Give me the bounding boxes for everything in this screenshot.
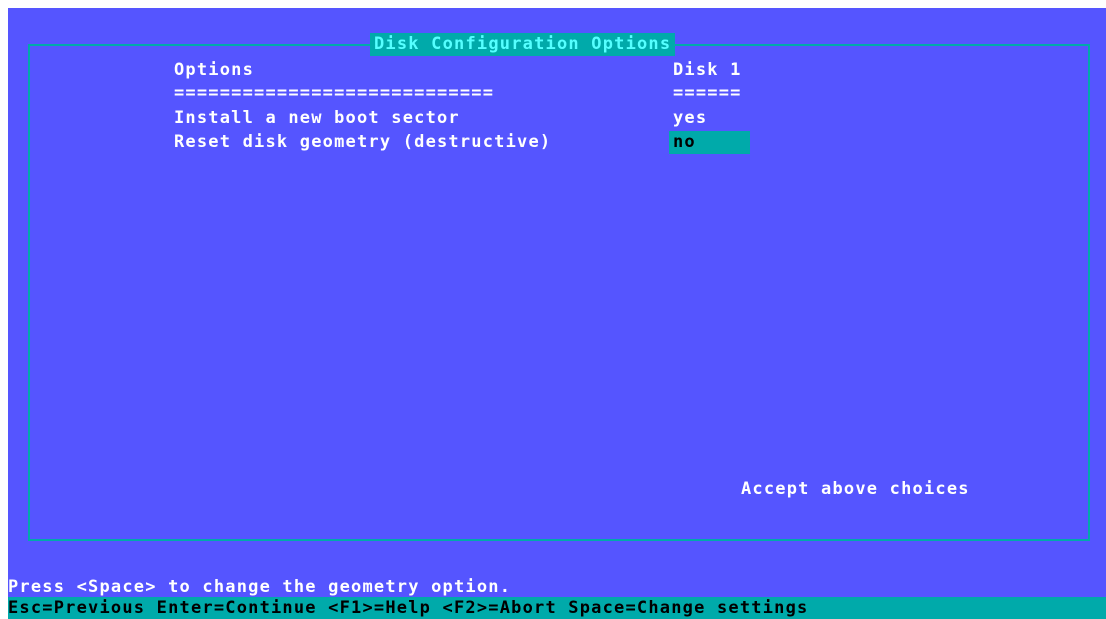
option-label-boot-sector: Install a new boot sector [174, 108, 460, 128]
disk-separator: ====== [673, 83, 742, 103]
installer-screen: Disk Configuration Options Options Disk … [8, 8, 1106, 619]
dialog-title: Disk Configuration Options [370, 33, 676, 56]
options-separator: ============================ [174, 83, 495, 103]
accept-choices-button[interactable]: Accept above choices [741, 478, 970, 500]
option-value-boot-sector[interactable]: yes [669, 107, 707, 130]
option-label-disk-geometry: Reset disk geometry (destructive) [174, 132, 552, 152]
option-value-disk-geometry[interactable]: no [669, 131, 750, 154]
key-help-statusbar: Esc=Previous Enter=Continue <F1>=Help <F… [8, 597, 1106, 619]
options-column-header: Options [174, 60, 255, 80]
help-prompt: Press <Space> to change the geometry opt… [8, 577, 512, 597]
disk-column-header: Disk 1 [673, 60, 742, 80]
